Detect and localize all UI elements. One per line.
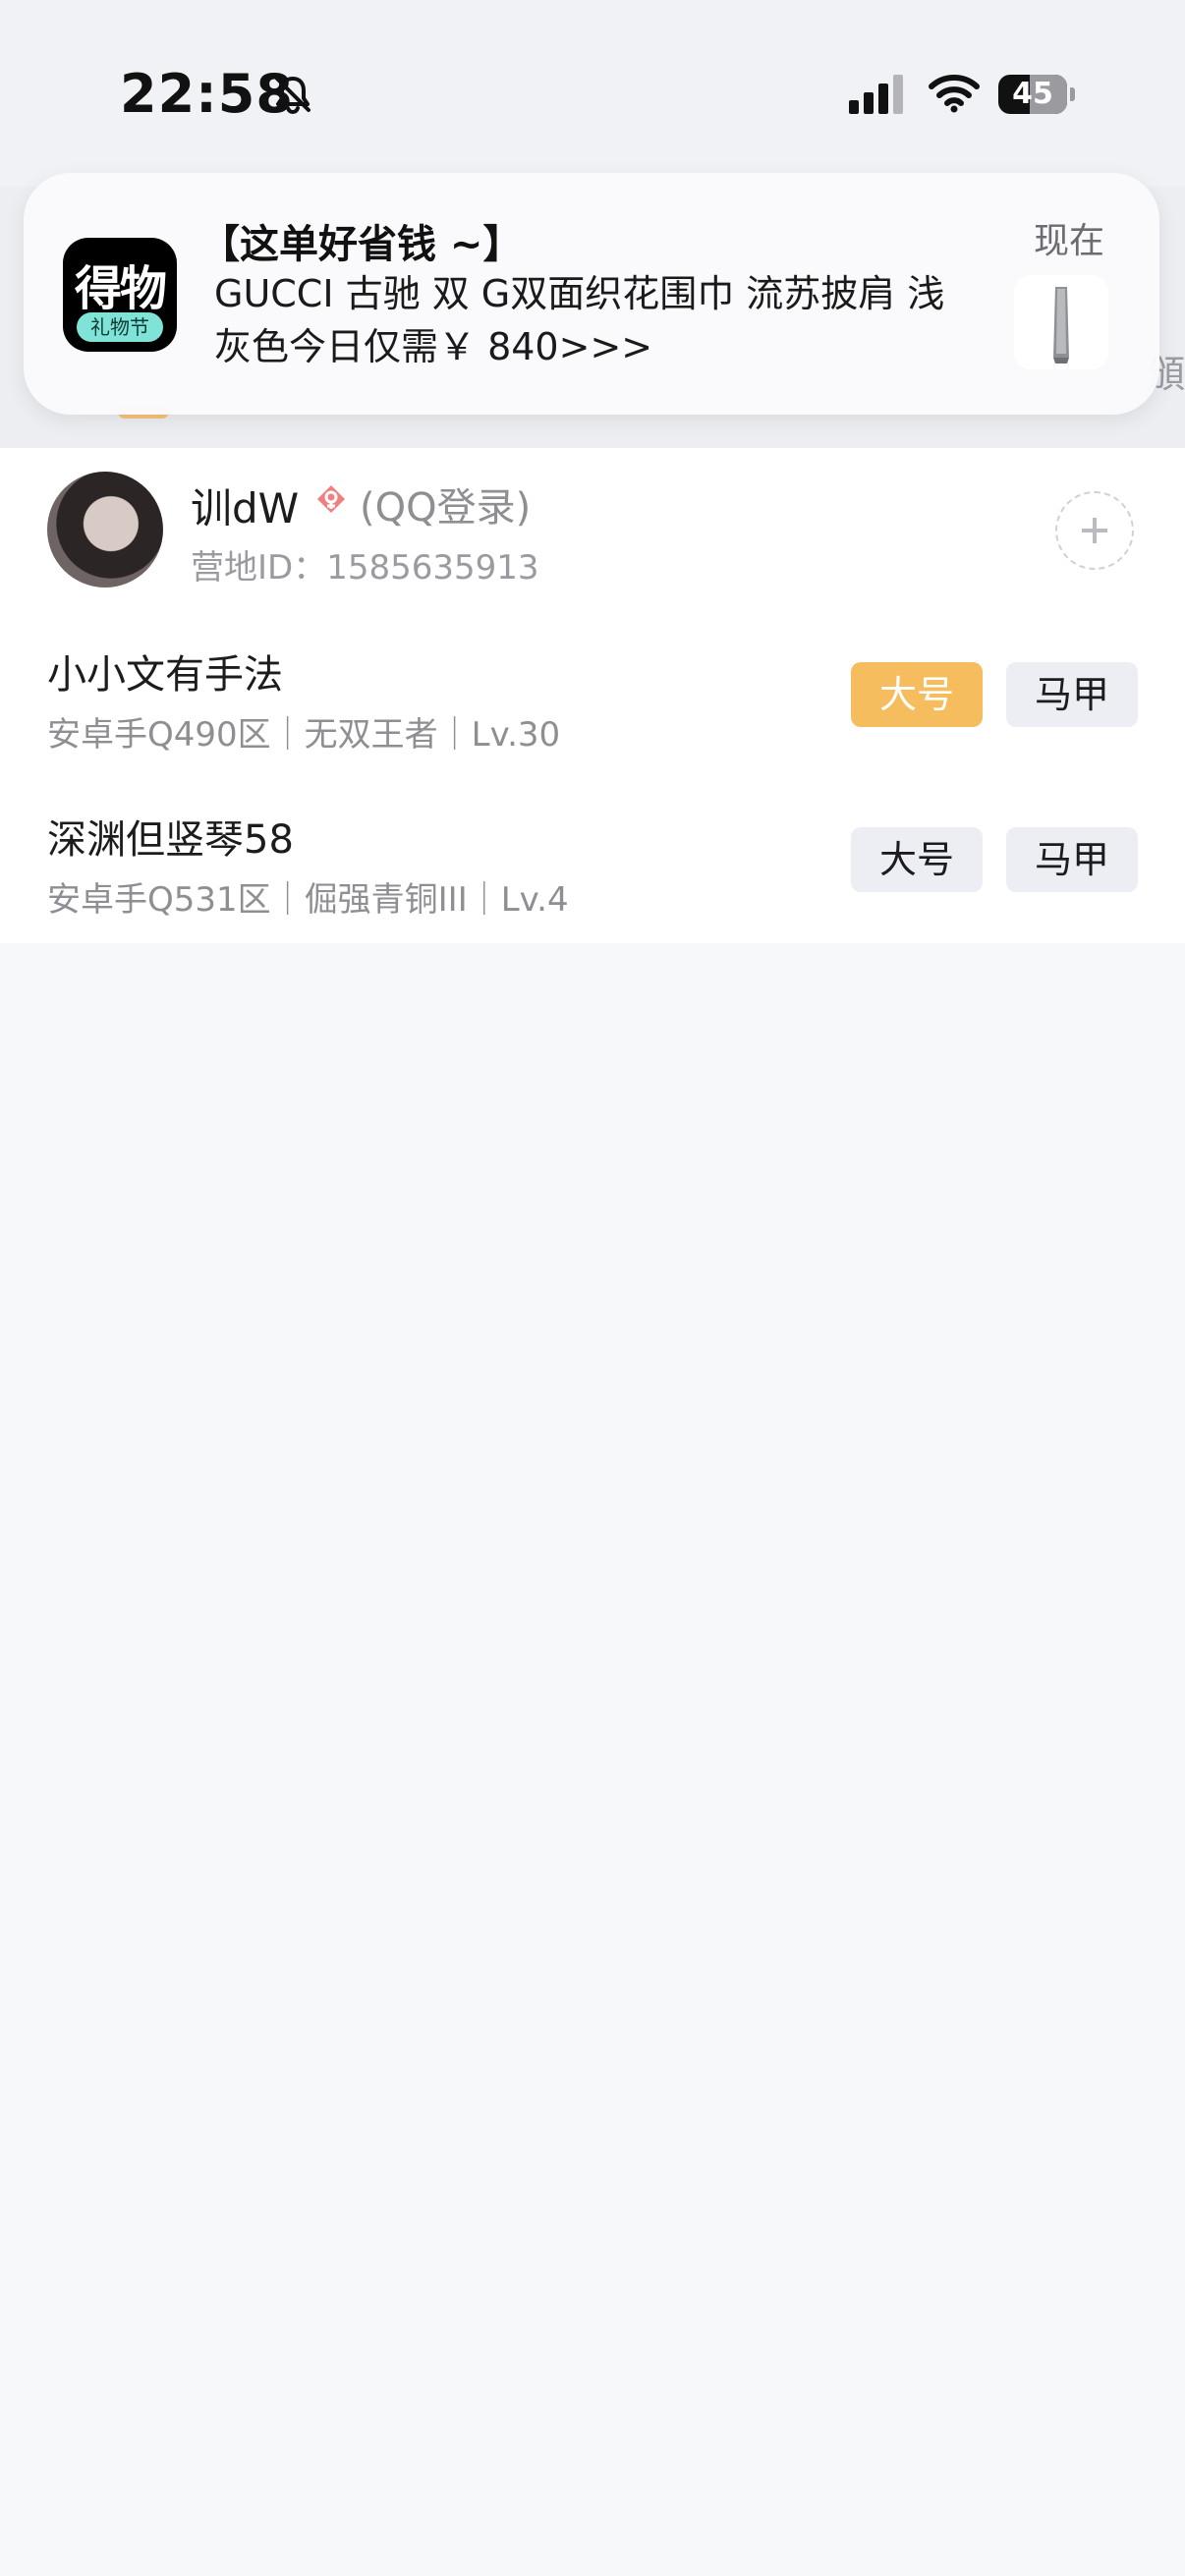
push-notification-banner[interactable]: 得物 礼物节 【这单好省钱 ~】 GUCCI 古驰 双 G双面织花围巾 流苏披肩… [24, 173, 1159, 415]
role-list-item[interactable]: 深渊但竖琴58 安卓手Q531区｜倔强青铜III｜Lv.4 大号 马甲 [0, 798, 1185, 945]
login-type-label: (QQ登录) [360, 485, 532, 531]
role-meta: 安卓手Q490区｜无双王者｜Lv.30 [47, 715, 561, 755]
camp-id: 营地ID：1585635913 [191, 548, 539, 588]
main-account-tag[interactable]: 大号 [851, 827, 983, 892]
scarf-icon [1053, 287, 1069, 364]
female-icon [317, 485, 345, 513]
role-name: 深渊但竖琴58 [47, 817, 294, 863]
scarf-thumbnail [1014, 275, 1108, 369]
alt-account-tag[interactable]: 马甲 [1006, 662, 1138, 727]
status-bar: 22:58 45 [0, 0, 1185, 187]
account-card: 训dW (QQ登录) 营地ID：1585635913 小小文有手法 安卓手Q49… [0, 448, 1185, 943]
signal-icon [849, 75, 903, 114]
notification-title: 【这单好省钱 ~】 [200, 222, 523, 267]
role-list-item[interactable]: 小小文有手法 安卓手Q490区｜无双王者｜Lv.30 大号 马甲 [0, 633, 1185, 780]
notification-body: GUCCI 古驰 双 G双面织花围巾 流苏披肩 浅灰色今日仅需￥ 840>>> [214, 272, 945, 368]
alt-account-tag[interactable]: 马甲 [1006, 827, 1138, 892]
battery-icon: 45 [998, 75, 1075, 114]
bell-muted-icon [275, 77, 310, 115]
add-account-button[interactable] [1055, 491, 1134, 570]
role-name: 小小文有手法 [47, 652, 283, 698]
avatar[interactable] [47, 472, 163, 588]
app-icon-badge-text: 礼物节 [77, 312, 163, 342]
battery-body: 45 [998, 75, 1067, 114]
battery-percentage: 45 [1012, 77, 1053, 111]
role-meta: 安卓手Q531区｜倔强青铜III｜Lv.4 [47, 880, 569, 920]
status-time: 22:58 [120, 63, 294, 125]
account-username: 训dW [191, 484, 300, 532]
app-icon-logo-text: 得物 [74, 261, 167, 316]
wifi-icon [929, 75, 980, 113]
notification-time: 现在 [1033, 221, 1104, 261]
main-account-tag[interactable]: 大号 [851, 662, 983, 727]
dewu-app-icon: 得物 礼物节 [63, 238, 177, 352]
battery-tip [1070, 87, 1075, 101]
